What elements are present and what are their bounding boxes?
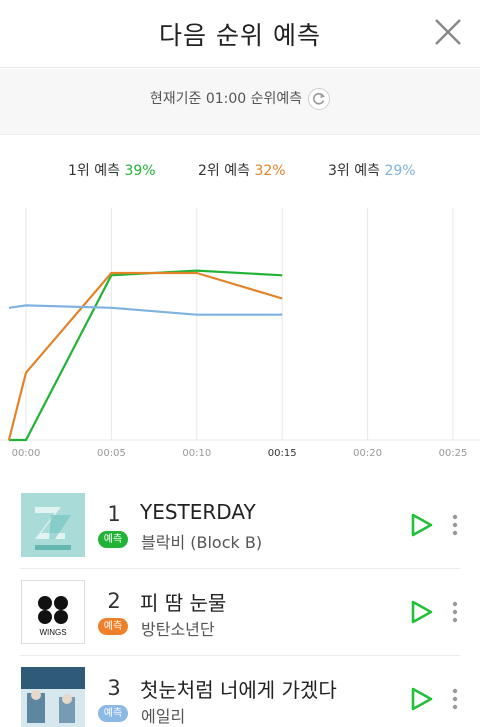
series-line-rank-1 bbox=[8, 269, 283, 442]
ranking-prediction-chart: 00:00 00:05 00:10 00:15 00:20 00:25 bbox=[0, 205, 480, 467]
x-tick-label: 00:05 bbox=[97, 448, 126, 459]
series-line-rank-3 bbox=[8, 304, 283, 316]
album-cover[interactable]: WINGS bbox=[21, 580, 85, 644]
x-tick-label: 00:10 bbox=[182, 448, 211, 459]
song-row[interactable]: WINGS 2 예측 피 땀 눈물 방탄소년단 bbox=[0, 569, 480, 656]
x-tick-label: 00:20 bbox=[353, 448, 382, 459]
series-line-rank-2 bbox=[7, 271, 283, 441]
page-title: 다음 순위 예측 bbox=[159, 21, 321, 50]
album-cover[interactable] bbox=[21, 493, 85, 557]
legend-label: 3위 예측 bbox=[328, 163, 380, 179]
album-cover-text: WINGS bbox=[39, 628, 66, 637]
album-cover[interactable] bbox=[21, 667, 85, 727]
rank-number: 2 bbox=[107, 589, 121, 613]
legend-label: 2위 예측 bbox=[198, 163, 250, 179]
more-vertical-icon[interactable] bbox=[448, 599, 462, 625]
legend-percent: 39% bbox=[124, 163, 156, 179]
refresh-icon[interactable] bbox=[308, 88, 331, 110]
x-tick-label: 00:00 bbox=[12, 448, 41, 459]
prediction-basis-bar: 현재기준 01:00 순위예측 bbox=[0, 69, 480, 135]
legend-percent: 32% bbox=[254, 163, 286, 179]
rank-number: 3 bbox=[107, 676, 121, 700]
rank-number: 1 bbox=[107, 502, 121, 526]
play-icon[interactable] bbox=[410, 686, 434, 712]
prediction-basis-text: 현재기준 01:00 순위예측 bbox=[149, 91, 303, 107]
close-icon[interactable] bbox=[432, 16, 464, 48]
more-vertical-icon[interactable] bbox=[448, 686, 462, 712]
legend-rank-1: 1위 예측 39% bbox=[68, 160, 156, 180]
prediction-badge: 예측 bbox=[98, 705, 128, 722]
artist-name[interactable]: 방탄소년단 bbox=[141, 616, 215, 640]
header-bar: 다음 순위 예측 bbox=[0, 0, 480, 68]
play-icon[interactable] bbox=[410, 512, 434, 538]
legend-rank-2: 2위 예측 32% bbox=[198, 160, 286, 180]
legend-rank-3: 3위 예측 29% bbox=[328, 160, 416, 180]
song-title[interactable]: YESTERDAY bbox=[140, 500, 256, 524]
more-vertical-icon[interactable] bbox=[448, 512, 462, 538]
legend-percent: 29% bbox=[384, 163, 416, 179]
prediction-badge: 예측 bbox=[98, 531, 128, 548]
song-title[interactable]: 첫눈처럼 너에게 가겠다 bbox=[140, 674, 337, 703]
line-chart: 00:00 00:05 00:10 00:15 00:20 00:25 bbox=[0, 208, 480, 459]
chart-legend: 1위 예측 39% 2위 예측 32% 3위 예측 29% bbox=[0, 160, 480, 180]
song-row[interactable]: 3 예측 첫눈처럼 너에게 가겠다 에일리 bbox=[0, 656, 480, 727]
legend-label: 1위 예측 bbox=[68, 163, 120, 179]
song-title[interactable]: 피 땀 눈물 bbox=[140, 587, 226, 616]
song-row[interactable]: 1 예측 YESTERDAY 블락비 (Block B) bbox=[0, 482, 480, 569]
prediction-badge: 예측 bbox=[98, 618, 128, 635]
x-tick-label: 00:15 bbox=[268, 448, 297, 459]
artist-name[interactable]: 블락비 (Block B) bbox=[141, 529, 262, 553]
play-icon[interactable] bbox=[410, 599, 434, 625]
x-tick-label: 00:25 bbox=[439, 448, 468, 459]
artist-name[interactable]: 에일리 bbox=[141, 703, 185, 727]
